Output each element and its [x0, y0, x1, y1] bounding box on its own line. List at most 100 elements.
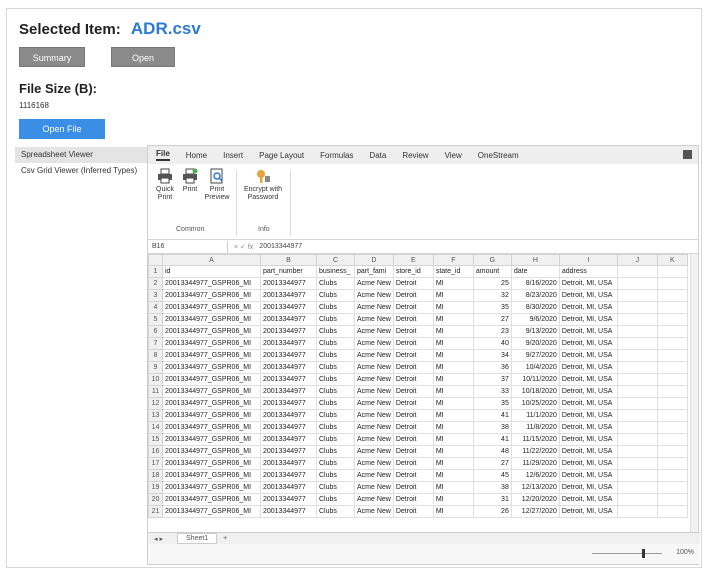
- row-header[interactable]: 2: [148, 277, 163, 290]
- table-cell[interactable]: [616, 361, 658, 374]
- summary-button[interactable]: Summary: [19, 47, 85, 67]
- add-sheet-icon[interactable]: +: [223, 535, 227, 542]
- table-cell[interactable]: [656, 265, 688, 278]
- row-header[interactable]: 19: [148, 481, 163, 494]
- table-cell[interactable]: MI: [432, 289, 474, 302]
- table-cell[interactable]: 41: [472, 409, 512, 422]
- row-header[interactable]: 14: [148, 421, 163, 434]
- table-cell[interactable]: Acme New: [354, 481, 394, 494]
- table-cell[interactable]: [656, 337, 688, 350]
- table-cell[interactable]: Detroit: [392, 457, 434, 470]
- table-cell[interactable]: MI: [432, 433, 474, 446]
- table-cell[interactable]: [616, 373, 658, 386]
- vertical-scrollbar[interactable]: [690, 254, 698, 544]
- table-cell[interactable]: 27: [472, 313, 512, 326]
- zoom-slider[interactable]: [592, 549, 662, 558]
- table-cell[interactable]: Detroit, MI, USA: [558, 337, 618, 350]
- table-cell[interactable]: Detroit, MI, USA: [558, 493, 618, 506]
- table-cell[interactable]: 37: [472, 373, 512, 386]
- table-cell[interactable]: MI: [432, 397, 474, 410]
- table-cell[interactable]: 20013344977_GSPR06_MI: [162, 457, 261, 470]
- table-cell[interactable]: 27: [472, 457, 512, 470]
- column-header[interactable]: F: [432, 254, 474, 266]
- menu-page-layout[interactable]: Page Layout: [259, 151, 304, 160]
- menu-review[interactable]: Review: [402, 151, 428, 160]
- table-cell[interactable]: 12/6/2020: [510, 469, 560, 482]
- table-cell[interactable]: Clubs: [316, 505, 355, 518]
- table-cell[interactable]: Detroit: [392, 493, 434, 506]
- table-cell[interactable]: address: [558, 265, 618, 278]
- table-cell[interactable]: 26: [472, 505, 512, 518]
- column-header[interactable]: E: [392, 254, 434, 266]
- table-cell[interactable]: Detroit, MI, USA: [558, 361, 618, 374]
- table-cell[interactable]: Detroit: [392, 337, 434, 350]
- table-cell[interactable]: 20013344977: [260, 421, 317, 434]
- table-cell[interactable]: 23: [472, 325, 512, 338]
- table-cell[interactable]: 20013344977_GSPR06_MI: [162, 349, 261, 362]
- table-cell[interactable]: 33: [472, 385, 512, 398]
- table-cell[interactable]: 36: [472, 361, 512, 374]
- table-cell[interactable]: 38: [472, 421, 512, 434]
- table-cell[interactable]: 20013344977: [260, 277, 317, 290]
- table-cell[interactable]: amount: [472, 265, 512, 278]
- row-header[interactable]: 4: [148, 301, 163, 314]
- table-cell[interactable]: 20013344977: [260, 505, 317, 518]
- table-cell[interactable]: Clubs: [316, 481, 355, 494]
- table-cell[interactable]: MI: [432, 277, 474, 290]
- table-cell[interactable]: Detroit: [392, 445, 434, 458]
- column-header[interactable]: D: [354, 254, 394, 266]
- table-cell[interactable]: Acme New: [354, 445, 394, 458]
- table-cell[interactable]: Acme New: [354, 397, 394, 410]
- table-cell[interactable]: 9/13/2020: [510, 325, 560, 338]
- table-cell[interactable]: 12/27/2020: [510, 505, 560, 518]
- table-cell[interactable]: 20013344977: [260, 349, 317, 362]
- table-cell[interactable]: Clubs: [316, 445, 355, 458]
- table-cell[interactable]: Clubs: [316, 433, 355, 446]
- table-cell[interactable]: Detroit: [392, 289, 434, 302]
- table-cell[interactable]: 20013344977: [260, 409, 317, 422]
- table-cell[interactable]: [616, 325, 658, 338]
- table-cell[interactable]: Detroit: [392, 505, 434, 518]
- table-cell[interactable]: 35: [472, 397, 512, 410]
- table-cell[interactable]: Acme New: [354, 469, 394, 482]
- table-cell[interactable]: Detroit, MI, USA: [558, 289, 618, 302]
- table-cell[interactable]: Detroit: [392, 385, 434, 398]
- print-button[interactable]: Print: [180, 168, 200, 194]
- table-cell[interactable]: 20013344977: [260, 325, 317, 338]
- column-header[interactable]: A: [162, 254, 261, 266]
- table-cell[interactable]: 20013344977: [260, 373, 317, 386]
- row-header[interactable]: 7: [148, 337, 163, 350]
- table-cell[interactable]: Acme New: [354, 361, 394, 374]
- table-cell[interactable]: [616, 481, 658, 494]
- table-cell[interactable]: [616, 277, 658, 290]
- table-cell[interactable]: 9/27/2020: [510, 349, 560, 362]
- table-cell[interactable]: 20013344977: [260, 337, 317, 350]
- open-file-button[interactable]: Open File: [19, 119, 105, 139]
- table-cell[interactable]: [656, 373, 688, 386]
- ribbon-options-icon[interactable]: [683, 150, 692, 159]
- table-cell[interactable]: Detroit: [392, 469, 434, 482]
- table-cell[interactable]: 20013344977_GSPR06_MI: [162, 277, 261, 290]
- table-cell[interactable]: Clubs: [316, 301, 355, 314]
- table-cell[interactable]: 41: [472, 433, 512, 446]
- table-cell[interactable]: [616, 265, 658, 278]
- column-header[interactable]: B: [260, 254, 317, 266]
- formula-input[interactable]: 20013344977: [259, 243, 302, 250]
- table-cell[interactable]: 20013344977_GSPR06_MI: [162, 361, 261, 374]
- column-header[interactable]: K: [656, 254, 688, 266]
- row-header[interactable]: 5: [148, 313, 163, 326]
- table-cell[interactable]: MI: [432, 493, 474, 506]
- table-cell[interactable]: Clubs: [316, 457, 355, 470]
- row-header[interactable]: 16: [148, 445, 163, 458]
- table-cell[interactable]: [656, 349, 688, 362]
- table-cell[interactable]: Acme New: [354, 421, 394, 434]
- table-cell[interactable]: Detroit, MI, USA: [558, 445, 618, 458]
- column-header[interactable]: J: [616, 254, 658, 266]
- table-cell[interactable]: [616, 445, 658, 458]
- table-cell[interactable]: [616, 433, 658, 446]
- table-cell[interactable]: Detroit, MI, USA: [558, 505, 618, 518]
- table-cell[interactable]: Detroit, MI, USA: [558, 313, 618, 326]
- table-cell[interactable]: 20013344977: [260, 469, 317, 482]
- table-cell[interactable]: [616, 301, 658, 314]
- table-cell[interactable]: [656, 505, 688, 518]
